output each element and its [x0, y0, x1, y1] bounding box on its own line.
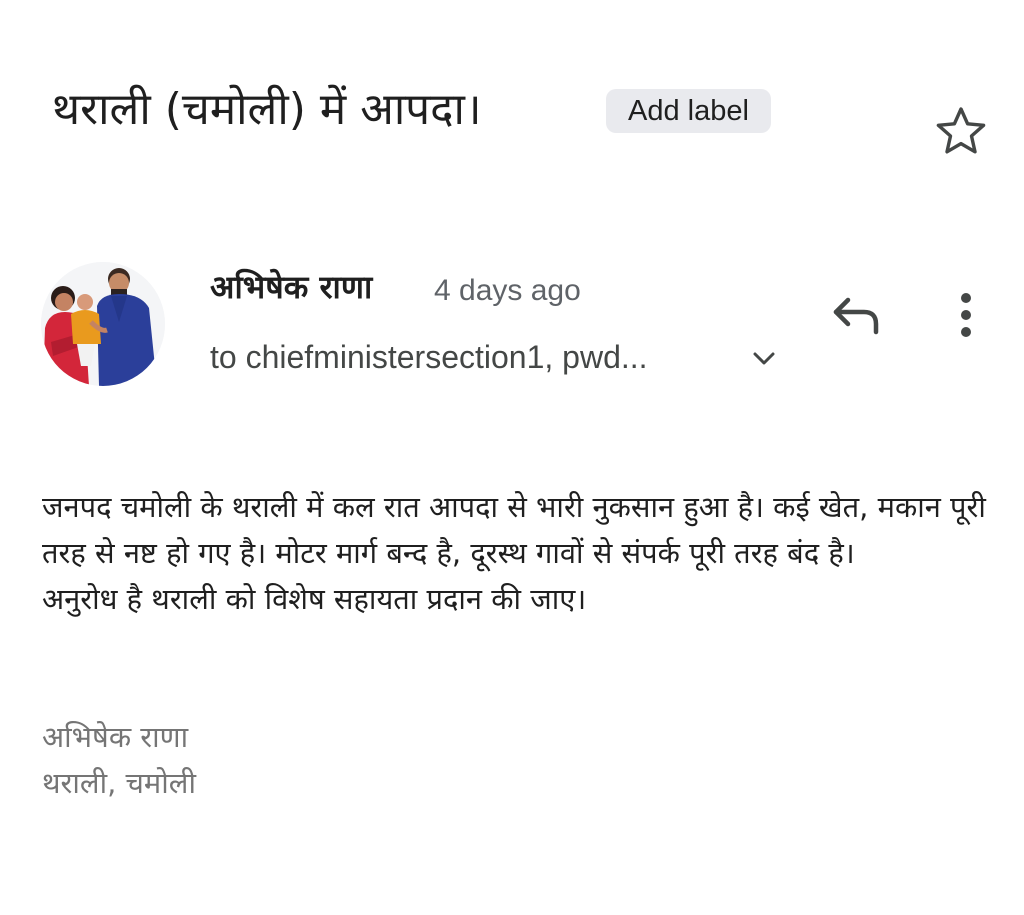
body-paragraph: अनुरोध है थराली को विशेष सहायता प्रदान क… [42, 582, 587, 616]
email-signature: अभिषेक राणा थराली, चमोली [42, 714, 196, 806]
recipients-summary[interactable]: to chiefministersection1, pwd... [210, 334, 648, 380]
signature-name: अभिषेक राणा [42, 720, 189, 754]
body-paragraph: जनपद चमोली के थराली में कल रात आपदा से भ… [42, 490, 986, 570]
family-photo-icon [41, 262, 165, 386]
reply-icon[interactable] [830, 292, 886, 340]
email-view: थराली (चमोली) में आपदा। Add label अभिषेक… [0, 0, 1024, 915]
email-subject: थराली (चमोली) में आपदा। [52, 84, 482, 135]
add-label-chip[interactable]: Add label [606, 89, 771, 133]
signature-place: थराली, चमोली [42, 766, 196, 800]
sender-name[interactable]: अभिषेक राणा [210, 262, 372, 312]
star-icon[interactable] [934, 104, 988, 158]
chevron-down-icon[interactable] [750, 346, 778, 370]
email-body: जनपद चमोली के थराली में कल रात आपदा से भ… [42, 484, 992, 622]
sender-avatar[interactable] [41, 262, 165, 386]
more-vert-icon[interactable] [952, 292, 980, 338]
sent-time: 4 days ago [434, 274, 581, 307]
